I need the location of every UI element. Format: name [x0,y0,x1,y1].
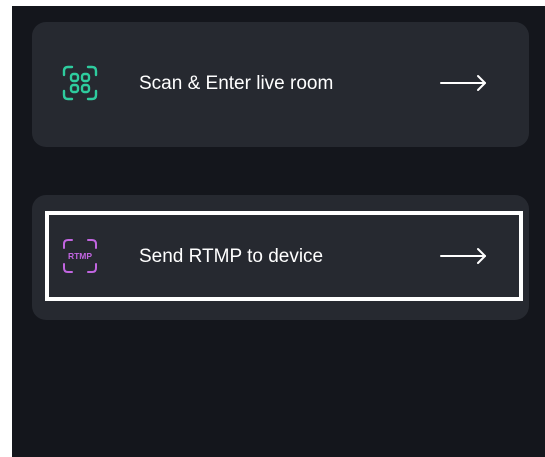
rtmp-icon-text: RTMP [68,251,92,261]
send-rtmp-to-device-label: Send RTMP to device [139,246,324,267]
send-rtmp-to-device-option[interactable]: RTMP Send RTMP to device [32,195,529,320]
scan-qr-icon [62,65,98,101]
rtmp-icon: RTMP [63,239,97,273]
screen: Scan & Enter live room RTMP Send RTMP to… [12,6,545,457]
arrow-right-icon [440,75,486,91]
arrow-right-icon [440,248,486,264]
scan-enter-live-room-option[interactable]: Scan & Enter live room [32,22,529,147]
scan-enter-live-room-label: Scan & Enter live room [139,73,334,94]
